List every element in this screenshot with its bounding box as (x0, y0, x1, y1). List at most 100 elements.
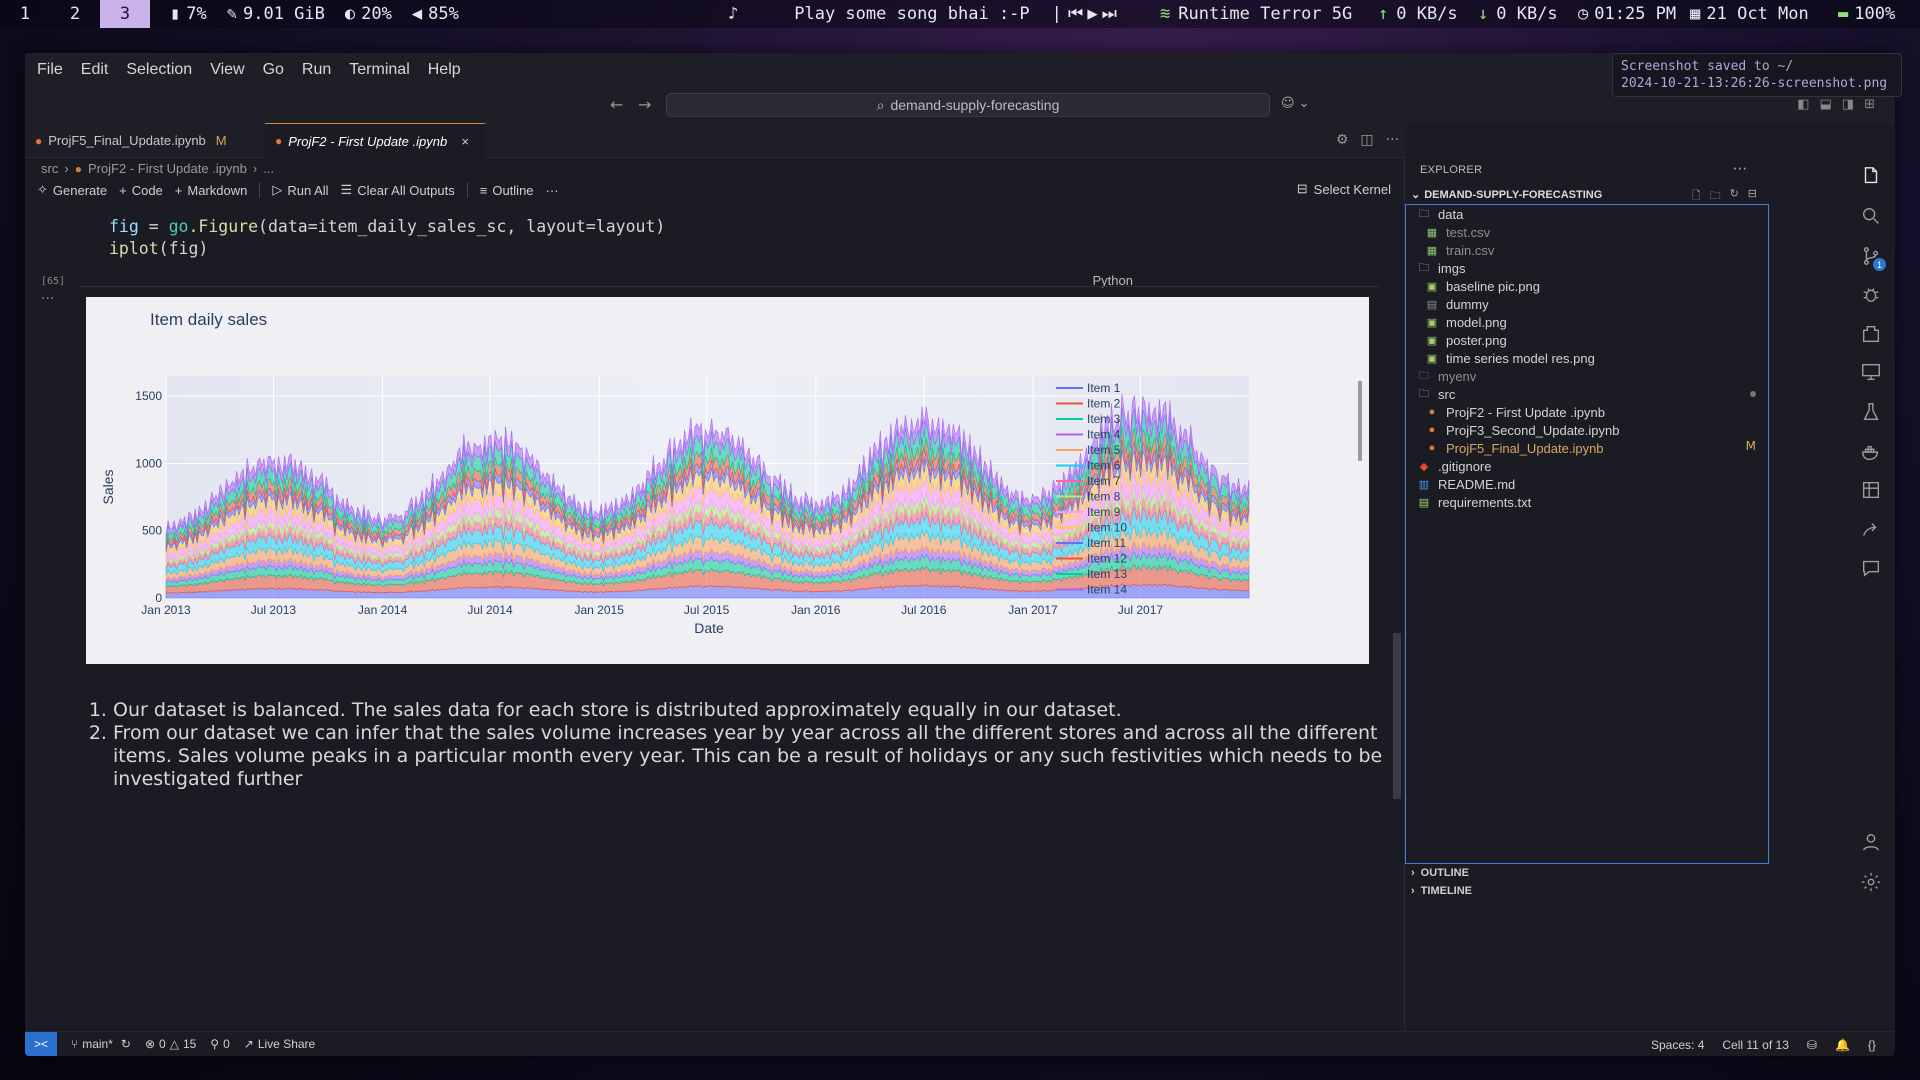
chat-icon[interactable] (1847, 550, 1895, 586)
tree-item-baseline-pic[interactable]: ▣ baseline pic.png (1426, 277, 1540, 295)
search-icon[interactable] (1847, 198, 1895, 234)
add-markdown-button[interactable]: + Markdown (175, 183, 248, 198)
debug-icon[interactable] (1847, 276, 1895, 312)
tree-item-time-series-model[interactable]: ▣ time series model res.png (1426, 349, 1595, 367)
workspace-1[interactable]: 1 (0, 0, 50, 28)
braces-icon[interactable]: {} (1868, 1038, 1876, 1052)
explorer-icon[interactable] (1847, 158, 1895, 194)
output-more-button[interactable]: ··· (41, 291, 54, 307)
code-line-1[interactable]: fig = go.Figure(data=item_daily_sales_sc… (109, 217, 665, 236)
tree-item-poster-png[interactable]: ▣ poster.png (1426, 331, 1507, 349)
bell-icon[interactable]: 🔔 (1835, 1038, 1850, 1052)
legend-item-label[interactable]: Item 9 (1087, 505, 1121, 519)
remote-explorer-icon[interactable] (1847, 354, 1895, 390)
legend-item-label[interactable]: Item 10 (1087, 521, 1127, 535)
forward-arrow-icon[interactable]: → (638, 95, 651, 114)
tree-item-data[interactable]: 🗀 data (1418, 205, 1464, 223)
tree-item-model-png[interactable]: ▣ model.png (1426, 313, 1507, 331)
tree-item-readme[interactable]: ▥ README.md (1418, 475, 1516, 493)
live-share-button[interactable]: ↗ Live Share (244, 1037, 315, 1051)
docker-icon[interactable] (1847, 434, 1895, 470)
menu-terminal[interactable]: Terminal (343, 61, 415, 79)
customize-layout-icon[interactable]: ⊞ (1864, 97, 1875, 112)
ports-indicator[interactable]: ⚲ 0 (210, 1037, 229, 1051)
legend-item-label[interactable]: Item 12 (1087, 552, 1127, 566)
tab-projf5-final-update[interactable]: ● ProjF5_Final_Update.ipynb M (25, 123, 245, 158)
data-wrangler-icon[interactable] (1847, 472, 1895, 508)
legend-item-label[interactable]: Item 4 (1087, 428, 1121, 442)
workspace-2[interactable]: 2 (50, 0, 100, 28)
editor-scrollbar[interactable] (1393, 633, 1401, 799)
generate-button[interactable]: ✧ Generate (37, 182, 107, 198)
split-editor-icon[interactable]: ◫ (1360, 132, 1373, 148)
problems-indicator[interactable]: ⊗ 0 △ 15 (145, 1037, 196, 1051)
tree-item-projf2[interactable]: ● ProjF2 - First Update .ipynb (1426, 403, 1605, 421)
timeline-section[interactable]: › TIMELINE (1411, 885, 1472, 897)
live-share-icon[interactable] (1847, 512, 1895, 548)
gear-icon[interactable]: ⚙ (1336, 132, 1349, 148)
menu-selection[interactable]: Selection (120, 61, 198, 79)
plotly-chart[interactable]: Item daily sales Date Sales Jan 2013 Jul … (86, 297, 1369, 664)
workspace-3[interactable]: 3 (100, 0, 150, 28)
run-all-button[interactable]: ▷ Run All (272, 182, 328, 198)
menu-help[interactable]: Help (422, 61, 467, 79)
previous-track-icon[interactable]: ⏮ (1068, 4, 1083, 24)
toggle-secondary-sidebar-icon[interactable]: ◨ (1842, 97, 1854, 112)
source-control-icon[interactable]: 1 (1847, 238, 1895, 274)
tree-item-gitignore[interactable]: ◆ .gitignore (1418, 457, 1492, 475)
legend-item-label[interactable]: Item 14 (1087, 583, 1127, 597)
tree-item-imgs[interactable]: 🗀 imgs (1418, 259, 1466, 277)
remote-indicator[interactable]: >< (25, 1031, 57, 1056)
menu-run[interactable]: Run (296, 61, 337, 79)
tree-item-requirements[interactable]: ▤ requirements.txt (1418, 493, 1531, 511)
code-line-2[interactable]: iplot(fig) (109, 239, 208, 258)
legend-item-label[interactable]: Item 13 (1087, 567, 1127, 581)
menu-edit[interactable]: Edit (75, 61, 115, 79)
toggle-panel-icon[interactable]: ⬓ (1820, 97, 1832, 112)
menu-go[interactable]: Go (257, 61, 290, 79)
legend-item-label[interactable]: Item 11 (1087, 536, 1126, 550)
tree-item-test-csv[interactable]: ▦ test.csv (1426, 223, 1490, 241)
close-icon[interactable]: × (461, 134, 469, 149)
breadcrumb-file[interactable]: ProjF2 - First Update .ipynb (88, 161, 247, 176)
command-center-search[interactable]: ⌕ demand-supply-forecasting (666, 93, 1270, 117)
legend-scrollbar[interactable] (1358, 381, 1362, 461)
menu-file[interactable]: File (31, 61, 69, 79)
outline-section[interactable]: › OUTLINE (1411, 867, 1469, 879)
tree-item-dummy[interactable]: ▤ dummy (1426, 295, 1489, 313)
legend-item-label[interactable]: Item 8 (1087, 490, 1121, 504)
outline-button[interactable]: ≡ Outline (480, 183, 534, 198)
legend-item-label[interactable]: Item 1 (1087, 381, 1121, 395)
more-actions-icon[interactable]: ··· (1386, 132, 1399, 148)
tree-item-projf5[interactable]: ● ProjF5_Final_Update.ipynb (1426, 439, 1604, 457)
tree-item-myenv[interactable]: 🗀 myenv (1418, 367, 1477, 385)
more-actions-icon[interactable]: ··· (1733, 160, 1747, 178)
volume-indicator[interactable]: ◀ 85% (412, 4, 459, 24)
breadcrumb-tail[interactable]: ... (263, 161, 274, 176)
tree-item-projf3[interactable]: ● ProjF3_Second_Update.ipynb (1426, 421, 1620, 439)
tree-item-src[interactable]: 🗀 src (1418, 385, 1456, 403)
legend-item-label[interactable]: Item 2 (1087, 397, 1121, 411)
legend-item-label[interactable]: Item 7 (1087, 474, 1121, 488)
accounts-icon[interactable] (1847, 824, 1895, 860)
legend-item-label[interactable]: Item 3 (1087, 412, 1121, 426)
extensions-icon[interactable] (1847, 316, 1895, 352)
copilot-icon[interactable]: ☺ ⌄ (1281, 96, 1310, 111)
more-toolbar-button[interactable]: ··· (546, 183, 559, 198)
toggle-primary-sidebar-icon[interactable]: ◧ (1797, 97, 1809, 112)
cell-indicator[interactable]: Cell 11 of 13 (1722, 1038, 1789, 1052)
markdown-cell[interactable]: Our dataset is balanced. The sales data … (89, 699, 1389, 791)
menu-view[interactable]: View (204, 61, 250, 79)
indentation-indicator[interactable]: Spaces: 4 (1651, 1038, 1704, 1052)
breadcrumb-folder[interactable]: src (41, 161, 58, 176)
legend-item-label[interactable]: Item 6 (1087, 459, 1121, 473)
select-kernel-button[interactable]: ⊟ Select Kernel (1297, 181, 1391, 197)
tree-item-train-csv[interactable]: ▦ train.csv (1426, 241, 1495, 259)
wifi-indicator[interactable]: ≋ Runtime Terror 5G (1160, 0, 1352, 28)
gear-icon[interactable] (1847, 864, 1895, 900)
back-arrow-icon[interactable]: ← (610, 95, 623, 114)
add-code-button[interactable]: + Code (119, 183, 163, 198)
branch-indicator[interactable]: ⑂ main* ↻ (71, 1037, 131, 1051)
code-cell[interactable]: fig = go.Figure(data=item_daily_sales_sc… (25, 203, 1405, 289)
testing-icon[interactable] (1847, 394, 1895, 430)
